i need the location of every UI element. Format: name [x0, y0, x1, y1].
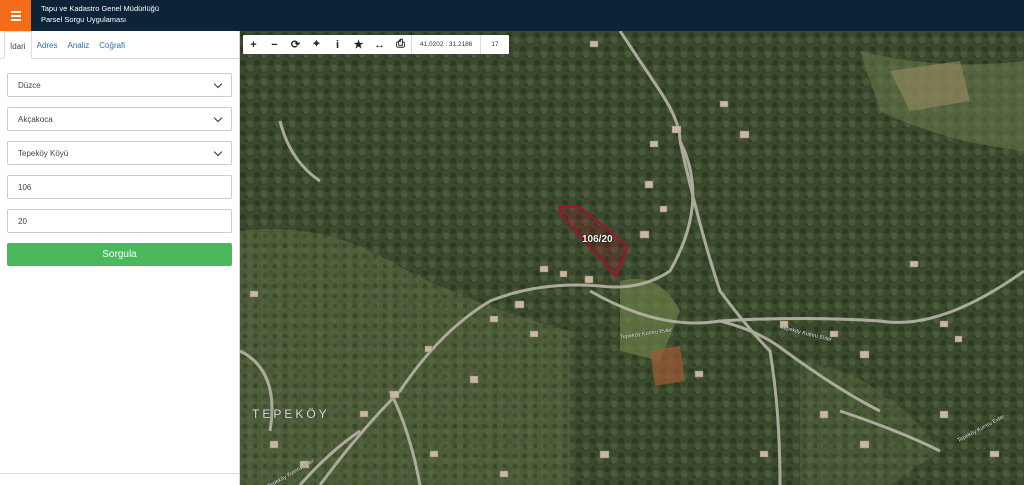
- map-toolbar: + − ⟳ ⌖ i ★ ↔ ⎙ 41.0202 : 31.2186 17: [243, 35, 509, 54]
- zoom-level: 17: [480, 35, 508, 54]
- coordinate-readout: 41.0202 : 31.2186: [411, 35, 480, 54]
- app-header: Tapu ve Kadastro Genel Müdürlüğü Parsel …: [0, 0, 1024, 31]
- tab-cografi[interactable]: Coğrafi: [94, 31, 130, 59]
- zoom-out-icon[interactable]: −: [264, 35, 285, 54]
- satellite-imagery: [240, 31, 1024, 485]
- tab-analiz[interactable]: Analiz: [62, 31, 94, 59]
- district-value: Akçakoca: [18, 114, 53, 124]
- info-icon[interactable]: i: [327, 35, 348, 54]
- province-select[interactable]: Düzce: [7, 73, 232, 97]
- tab-idari[interactable]: İdari: [4, 31, 32, 59]
- tab-adres[interactable]: Adres: [32, 31, 63, 59]
- refresh-icon[interactable]: ⟳: [285, 35, 306, 54]
- app-title: Tapu ve Kadastro Genel Müdürlüğü Parsel …: [41, 3, 159, 25]
- sidebar: İdari Adres Analiz Coğrafi Düzce Akçakoc…: [0, 31, 240, 485]
- zoom-in-icon[interactable]: +: [243, 35, 264, 54]
- hamburger-menu-icon[interactable]: [0, 0, 31, 31]
- query-button[interactable]: Sorgula: [7, 243, 232, 266]
- app-title-line2: Parsel Sorgu Uygulaması: [41, 15, 127, 24]
- parcel-input[interactable]: 20: [7, 209, 232, 233]
- sidebar-tabs: İdari Adres Analiz Coğrafi: [0, 31, 239, 59]
- parcel-label: 106/20: [582, 234, 613, 245]
- sidebar-footer: [0, 473, 239, 485]
- star-icon[interactable]: ★: [348, 35, 369, 54]
- app-title-line1: Tapu ve Kadastro Genel Müdürlüğü: [41, 4, 159, 13]
- satellite-map[interactable]: + − ⟳ ⌖ i ★ ↔ ⎙ 41.0202 : 31.2186 17 106…: [240, 31, 1024, 485]
- measure-icon[interactable]: ↔: [369, 35, 390, 54]
- block-value: 106: [18, 182, 32, 192]
- parcel-value: 20: [18, 216, 27, 226]
- print-icon[interactable]: ⎙: [390, 35, 411, 54]
- province-value: Düzce: [18, 80, 41, 90]
- neighborhood-value: Tepeköy Köyü: [18, 148, 69, 158]
- chevron-down-icon: [213, 147, 223, 156]
- locate-icon[interactable]: ⌖: [306, 35, 327, 54]
- neighborhood-select[interactable]: Tepeköy Köyü: [7, 141, 232, 165]
- block-input[interactable]: 106: [7, 175, 232, 199]
- chevron-down-icon: [213, 113, 223, 122]
- chevron-down-icon: [213, 79, 223, 88]
- query-form: Düzce Akçakoca Tepeköy Köyü 106 20 Sorgu…: [0, 59, 239, 266]
- village-label: TEPEKÖY: [252, 407, 330, 421]
- district-select[interactable]: Akçakoca: [7, 107, 232, 131]
